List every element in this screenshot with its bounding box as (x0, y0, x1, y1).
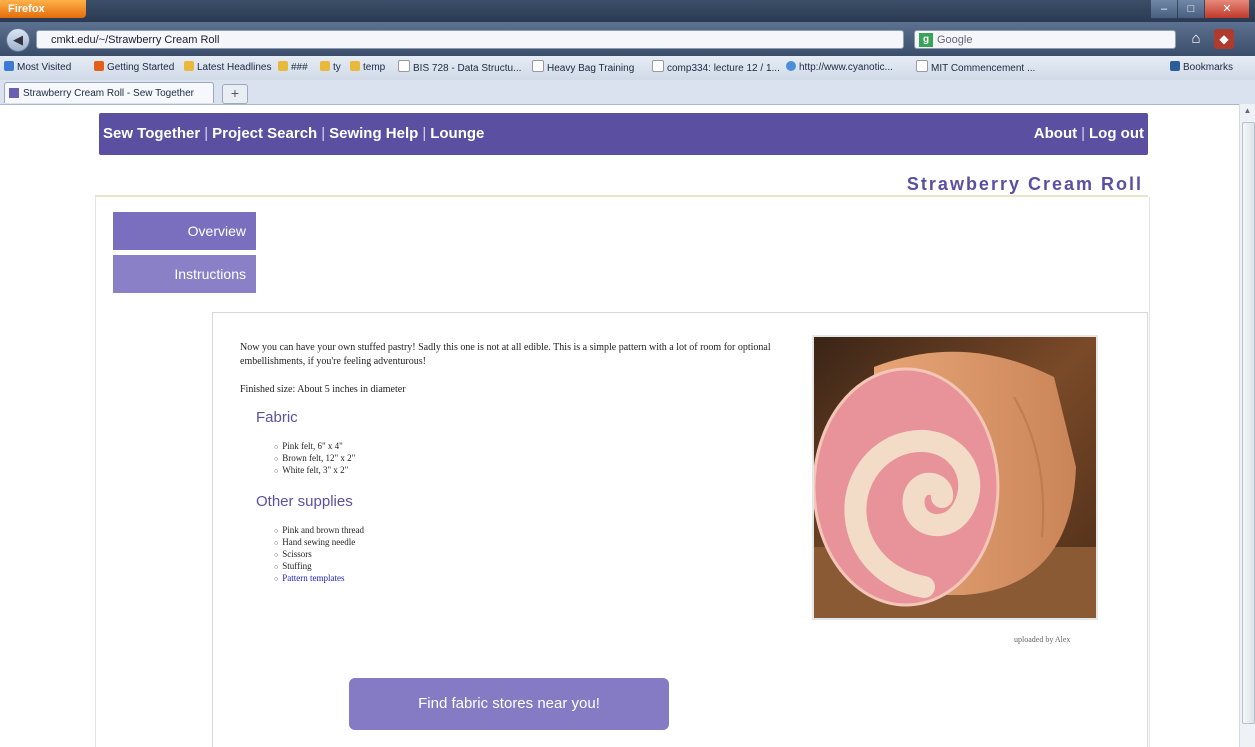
addon-icon[interactable]: ◆ (1214, 29, 1234, 49)
minimize-icon[interactable]: – (1151, 0, 1177, 18)
page-icon (916, 60, 928, 72)
list-item: Scissors (274, 549, 780, 561)
tab-strawberry-cream-roll[interactable]: Strawberry Cream Roll - Sew Together (4, 82, 214, 103)
nav-sew-together[interactable]: Sew Together (103, 125, 200, 142)
bookmarks-toolbar: Most Visited Getting Started Latest Head… (0, 56, 1255, 81)
page-icon (532, 60, 544, 72)
account-nav: About | Log out (1034, 113, 1144, 155)
nav-separator: | (321, 125, 326, 142)
folder-icon (278, 61, 288, 71)
bookmark-item[interactable]: BIS 728 - Data Structu... (398, 60, 521, 76)
fabric-list: Pink felt, 6" x 4" Brown felt, 12" x 2" … (274, 441, 780, 477)
list-item: Pink felt, 6" x 4" (274, 441, 780, 453)
search-placeholder: Google (937, 34, 973, 46)
close-icon[interactable]: ✕ (1205, 0, 1249, 18)
favicon-icon (9, 88, 19, 98)
maximize-icon[interactable]: □ (1178, 0, 1204, 18)
nav-project-search[interactable]: Project Search (212, 125, 317, 142)
primary-nav: Sew Together | Project Search | Sewing Help |… (103, 113, 484, 155)
side-tabs: Overview Instructions (113, 212, 256, 298)
nav-sewing-help[interactable]: Sewing Help (329, 125, 418, 142)
scroll-up-arrow-icon[interactable]: ▲ (1242, 106, 1253, 118)
intro-text: Now you can have your own stuffed pastry… (240, 342, 771, 367)
supplies-heading: Other supplies (256, 493, 353, 510)
page-title: Strawberry Cream Roll (906, 174, 1143, 194)
finished-size-text: Finished size: About 5 inches in diamete… (240, 384, 406, 395)
list-item: White felt, 3" x 2" (274, 465, 780, 477)
fabric-heading: Fabric (256, 409, 298, 426)
pattern-templates-link[interactable]: Pattern templates (274, 573, 780, 585)
photo-credit: uploaded by Alex (1014, 635, 1071, 644)
page-icon (652, 60, 664, 72)
bookmarks-icon (1170, 61, 1180, 71)
find-fabric-stores-button[interactable]: Find fabric stores near you! (349, 678, 669, 730)
window-controls: – □ ✕ (1150, 0, 1249, 20)
supplies-list: Pink and brown thread Hand sewing needle… (274, 525, 780, 585)
bookmark-item[interactable]: Heavy Bag Training (532, 60, 634, 76)
tab-instructions[interactable]: Instructions (113, 255, 256, 293)
browser-navbar: ◀ cmkt.edu/~/Strawberry Cream Roll g Goo… (0, 22, 1255, 56)
google-icon: g (919, 33, 933, 47)
new-tab-plus-icon[interactable]: + (222, 84, 248, 104)
nav-separator: | (1081, 125, 1086, 142)
bookmarks-menu[interactable]: Bookmarks (1170, 60, 1233, 76)
nav-lounge[interactable]: Lounge (430, 125, 484, 142)
search-input[interactable]: g Google (914, 30, 1176, 49)
folder-icon (184, 61, 194, 71)
list-item: Brown felt, 12" x 2" (274, 453, 780, 465)
nav-separator: | (204, 125, 209, 142)
bookmark-item[interactable]: ty (320, 60, 341, 76)
tab-overview[interactable]: Overview (113, 212, 256, 250)
list-item: Hand sewing needle (274, 537, 780, 549)
bookmark-item[interactable]: http://www.cyanotic... (786, 60, 893, 76)
site-navigation: Sew Together | Project Search | Sewing Help |… (99, 113, 1148, 155)
back-arrow-icon[interactable]: ◀ (6, 28, 30, 52)
tab-bar: Strawberry Cream Roll - Sew Together + (0, 80, 1255, 105)
browser-titlebar: Firefox – □ ✕ (0, 0, 1255, 22)
bookmark-item[interactable]: Latest Headlines (184, 60, 272, 76)
nav-log-out[interactable]: Log out (1089, 125, 1144, 142)
url-bar[interactable]: cmkt.edu/~/Strawberry Cream Roll (36, 30, 904, 49)
bookmark-item[interactable]: comp334: lecture 12 / 1... (652, 60, 780, 76)
globe-icon (786, 61, 796, 71)
nav-separator: | (422, 125, 427, 142)
strawberry-roll-image (814, 337, 1096, 618)
project-photo (812, 335, 1098, 620)
firefox-icon (94, 61, 104, 71)
page-icon (398, 60, 410, 72)
bookmark-item[interactable]: ### (278, 60, 308, 76)
bookmark-item[interactable]: temp (350, 60, 385, 76)
page-scrollbar[interactable]: ▲ (1239, 104, 1255, 747)
firefox-menu-button[interactable]: Firefox (0, 0, 86, 18)
home-icon[interactable]: ⌂ (1186, 29, 1206, 49)
folder-icon (350, 61, 360, 71)
scroll-thumb[interactable] (1242, 122, 1255, 724)
list-item: Stuffing (274, 561, 780, 573)
bookmark-item[interactable]: MIT Commencement ... (916, 60, 1035, 76)
list-item: Pink and brown thread (274, 525, 780, 537)
project-description: Now you can have your own stuffed pastry… (240, 341, 780, 603)
bookmark-item[interactable]: Most Visited (4, 60, 71, 76)
nav-about[interactable]: About (1034, 125, 1077, 142)
globe-icon (4, 61, 14, 71)
bookmark-item[interactable]: Getting Started (94, 60, 174, 76)
folder-icon (320, 61, 330, 71)
